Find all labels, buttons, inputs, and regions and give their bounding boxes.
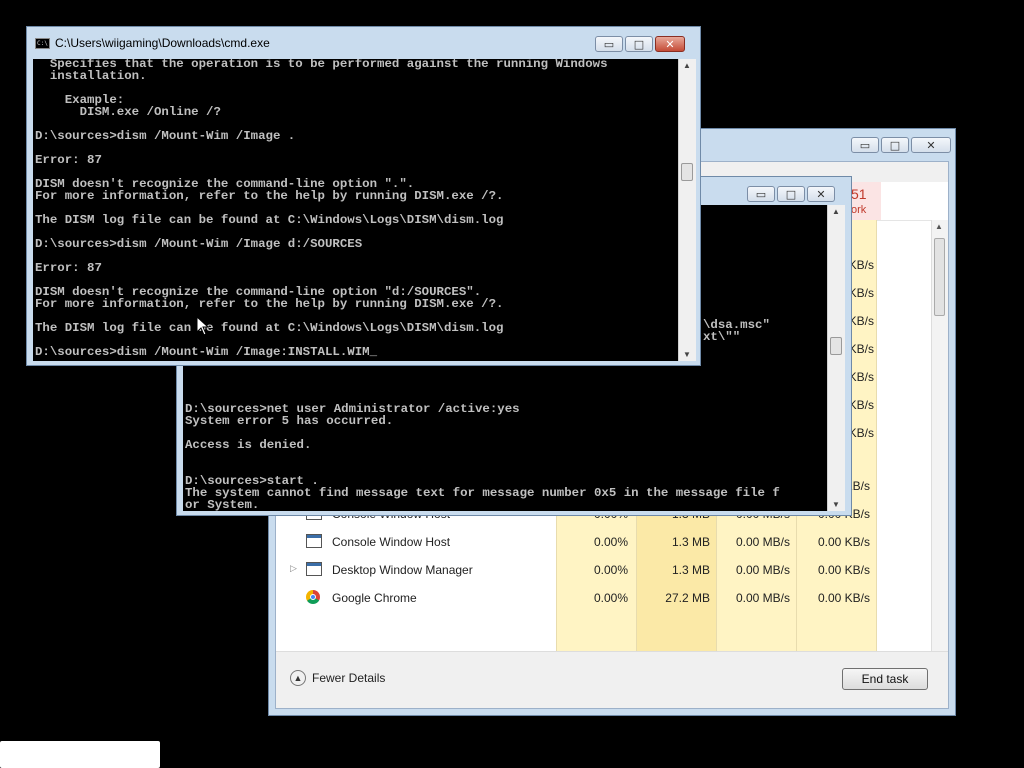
cmd-back-window-controls: ▭ □ ✕ (747, 186, 835, 202)
close-icon: ✕ (665, 37, 675, 51)
process-disk: 0.00 MB/s (735, 535, 790, 549)
console-line: Access is denied. (185, 438, 312, 452)
close-button[interactable]: ✕ (807, 186, 835, 202)
process-cpu: 0.00% (593, 563, 628, 577)
cmd-window-front: C:\ C:\Users\wiigaming\Downloads\cmd.exe… (26, 26, 701, 366)
process-name: Console Window Host (332, 535, 451, 549)
process-cpu: 0.00% (593, 591, 628, 605)
scroll-down-icon[interactable]: ▼ (683, 350, 691, 359)
end-task-label: End task (861, 672, 909, 686)
mouse-pointer-icon (196, 316, 210, 336)
cmd-front-console[interactable]: Specifies that the operation is to be pe… (33, 59, 678, 361)
minimize-icon: ▭ (859, 138, 871, 152)
process-memory: 1.3 MB (671, 535, 710, 549)
process-row[interactable]: Google Chrome 0.00% 27.2 MB 0.00 MB/s 0.00 K… (276, 584, 876, 612)
minimize-button[interactable]: ▭ (595, 36, 623, 52)
console-line: D:\sources>dism /Mount-Wim /Image . (35, 129, 296, 143)
maximize-icon: □ (785, 187, 797, 201)
scrollbar-thumb[interactable] (681, 163, 693, 181)
console-line: The DISM log file can be found at C:\Win… (35, 321, 504, 335)
task-manager-footer: ▲ Fewer Details End task (276, 651, 948, 708)
console-line: Error: 87 (35, 153, 102, 167)
taskbar-fragment (0, 741, 160, 768)
scrollbar-thumb[interactable] (934, 238, 945, 316)
console-line: The DISM log file can be found at C:\Win… (35, 213, 504, 227)
fewer-details-label[interactable]: Fewer Details (312, 671, 385, 685)
minimize-button[interactable]: ▭ (851, 137, 879, 153)
task-manager-scrollbar[interactable]: ▲ ▼ (931, 220, 948, 690)
console-window-icon (306, 534, 322, 548)
scrollbar-thumb[interactable] (830, 337, 842, 355)
chrome-icon (306, 590, 320, 604)
cmd-icon[interactable]: C:\ (35, 38, 50, 49)
minimize-icon: ▭ (603, 37, 615, 51)
process-disk: 0.00 MB/s (735, 563, 790, 577)
maximize-button[interactable]: □ (777, 186, 805, 202)
minimize-button[interactable]: ▭ (747, 186, 775, 202)
console-line: or System. (185, 498, 260, 511)
scroll-up-icon[interactable]: ▲ (683, 61, 691, 70)
fewer-details-link[interactable]: ▲ Fewer Details (290, 670, 385, 686)
cmd-back-scrollbar[interactable]: ▲ ▼ (827, 205, 845, 511)
network-header-label[interactable]: ork (851, 204, 866, 216)
cmd-front-window-controls: ▭ □ ✕ (595, 36, 685, 52)
console-line: For more information, refer to the help … (35, 189, 504, 203)
console-line: D:\sources>dism /Mount-Wim /Image d:/SOU… (35, 237, 363, 251)
scroll-up-icon[interactable]: ▲ (935, 222, 943, 231)
console-line: For more information, refer to the help … (35, 297, 504, 311)
console-line: installation. (35, 69, 147, 83)
close-button[interactable]: ✕ (655, 36, 685, 52)
process-disk: 0.00 MB/s (735, 591, 790, 605)
console-line: System error 5 has occurred. (185, 414, 394, 428)
expand-arrow-icon[interactable]: ▷ (290, 563, 297, 574)
process-cpu: 0.00% (593, 535, 628, 549)
close-icon: ✕ (816, 187, 826, 201)
cmd-front-scrollbar[interactable]: ▲ ▼ (678, 59, 696, 361)
console-line: Error: 87 (35, 261, 102, 275)
minimize-icon: ▭ (755, 187, 767, 201)
process-row[interactable]: Console Window Host 0.00% 1.3 MB 0.00 MB/s 0… (276, 528, 876, 556)
process-row[interactable]: ▷ Desktop Window Manager 0.00% 1.3 MB 0.00 M… (276, 556, 876, 584)
console-line: D:\sources>dism /Mount-Wim /Image:INSTAL… (35, 345, 378, 359)
console-line: The system cannot find message text for … (185, 486, 780, 500)
process-network: 0.00 KB/s (817, 563, 870, 577)
maximize-icon: □ (633, 37, 645, 51)
close-button[interactable]: ✕ (911, 137, 951, 153)
maximize-icon: □ (889, 138, 901, 152)
chevron-up-icon[interactable]: ▲ (290, 670, 306, 686)
process-name: Desktop Window Manager (332, 563, 473, 577)
close-icon: ✕ (926, 138, 936, 152)
end-task-button[interactable]: End task (842, 668, 928, 690)
task-manager-window-controls: ▭ □ ✕ (851, 137, 951, 153)
desktop-window-manager-icon (306, 562, 322, 576)
process-memory: 27.2 MB (665, 591, 710, 605)
maximize-button[interactable]: □ (625, 36, 653, 52)
network-header-value[interactable]: 51 (851, 186, 867, 202)
scroll-down-icon[interactable]: ▼ (832, 500, 840, 509)
maximize-button[interactable]: □ (881, 137, 909, 153)
process-name: Google Chrome (332, 591, 417, 605)
scroll-up-icon[interactable]: ▲ (832, 207, 840, 216)
process-memory: 1.3 MB (671, 563, 710, 577)
console-output: Specifies that the operation is to be pe… (35, 59, 608, 358)
console-output: D:\sources>net user Administrator /activ… (185, 403, 780, 511)
console-peek-line: xt\"" (703, 330, 741, 344)
column-divider (876, 220, 877, 688)
window-title: C:\Users\wiigaming\Downloads\cmd.exe (55, 36, 270, 50)
process-network: 0.00 KB/s (817, 591, 870, 605)
process-network: 0.00 KB/s (817, 535, 870, 549)
console-line: DISM.exe /Online /? (35, 105, 221, 119)
